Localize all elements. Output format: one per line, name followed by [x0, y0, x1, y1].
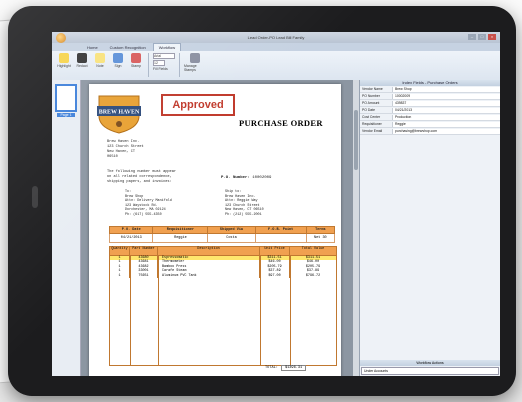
total-label: TOTAL:	[265, 366, 278, 370]
table-row[interactable]: 1 75651 Aluminum PVC Tank $97.00 $796.72	[110, 273, 336, 278]
font-group: Arial 12 Fill Fields	[153, 53, 175, 71]
stamp-icon	[131, 53, 141, 63]
field-po-date: PO Date 04/21/2013	[360, 107, 500, 114]
pen-icon	[113, 53, 123, 63]
note-icon	[95, 53, 105, 63]
column-divider	[290, 255, 291, 365]
brew-haven-logo: BREW HAVEN	[97, 95, 141, 134]
total-value: $1396.31	[280, 365, 307, 371]
maximize-icon[interactable]: □	[478, 34, 486, 40]
thumbnail-label: Page 1	[57, 113, 75, 117]
field-cost-center: Cost Center Production	[360, 114, 500, 121]
table-header: Terms	[305, 226, 336, 234]
po-amount-input[interactable]: 439837	[392, 100, 500, 106]
ribbon-separator	[148, 53, 149, 77]
highlighter-icon	[59, 53, 69, 63]
workspace: Page 1 BREW HAVEN Approved PURCHASE ORDE…	[52, 80, 500, 376]
table-header: Part Number	[130, 247, 158, 255]
font-select[interactable]: Arial	[153, 53, 175, 59]
vendor-email-input[interactable]: purchasing@brewshop.com	[392, 128, 500, 134]
items-body: 1 43680 Espressomatic $311.51 $311.51 1 43681…	[110, 256, 336, 278]
workflow-actions: Workflow Actions Under Accounts	[360, 360, 500, 376]
column-divider	[260, 255, 261, 365]
po-date-input[interactable]: 04/21/2013	[392, 107, 500, 113]
po-number-input[interactable]: 10002009	[392, 93, 500, 99]
table-cell	[254, 233, 307, 243]
line-items-table: Quantity Part Number Description Unit Pr…	[109, 246, 337, 366]
table-header: Requisitioner	[152, 226, 209, 234]
table-cell: Reggie	[152, 233, 209, 243]
vendor-name-input[interactable]: Brew Shop	[392, 86, 500, 92]
window-title: Lead Order-PO Lead Bill Family	[247, 35, 305, 40]
title-bar: Lead Order-PO Lead Bill Family – □ ×	[52, 32, 500, 43]
column-divider	[130, 255, 131, 365]
po-notice: The following number must appear on all …	[107, 170, 177, 184]
items-header-row: Quantity Part Number Description Unit Pr…	[110, 247, 336, 256]
tablet-screen: Lead Order-PO Lead Bill Family – □ × Hom…	[52, 32, 500, 376]
note-button[interactable]: Note	[92, 53, 108, 68]
shipping-table: P.O. Date Requisitioner Shipped Via F.O.…	[108, 226, 336, 243]
tab-home[interactable]: Home	[82, 44, 103, 51]
table-header: F.O.B. Point	[254, 226, 307, 234]
tab-custom-recognition[interactable]: Custom Recognition	[105, 44, 151, 51]
highlight-button[interactable]: Highlight	[56, 53, 72, 68]
table-header: Unit Price	[260, 247, 290, 255]
document-page: BREW HAVEN Approved PURCHASE ORDER Brew …	[89, 84, 341, 376]
field-po-amount: PO Amount 439837	[360, 100, 500, 107]
minimize-icon[interactable]: –	[468, 34, 476, 40]
cost-center-select[interactable]: Production	[392, 114, 500, 120]
field-requisitioner: Requisitioner Reggie	[360, 121, 500, 128]
table-header: Total Value	[301, 247, 325, 251]
close-icon[interactable]: ×	[488, 34, 496, 40]
index-fields-panel: Index Fields - Purchase Orders Vendor Na…	[359, 80, 500, 376]
table-header: Description	[158, 247, 260, 255]
ribbon-separator	[179, 53, 180, 77]
field-vendor-name: Vendor Name Brew Shop	[360, 86, 500, 93]
field-po-number: PO Number 10002009	[360, 93, 500, 100]
sign-button[interactable]: Sign	[110, 53, 126, 68]
document-canvas[interactable]: BREW HAVEN Approved PURCHASE ORDER Brew …	[81, 80, 359, 376]
table-cell: Net 30	[305, 233, 336, 243]
vendor-address: To: Brew Shop Attn: Delivery Manifold 12…	[125, 190, 172, 217]
column-divider	[158, 255, 159, 365]
thumbnail-panel: Page 1	[52, 80, 81, 376]
stamp-button[interactable]: Stamp	[128, 53, 144, 68]
requisitioner-input[interactable]: Reggie	[392, 121, 500, 127]
po-number: P.O. Number: 10002009	[221, 176, 272, 180]
workflow-action-select[interactable]: Under Accounts	[361, 367, 499, 375]
approved-stamp: Approved	[161, 94, 235, 116]
font-size-select[interactable]: 12	[153, 60, 165, 66]
table-header: P.O. Date	[108, 226, 154, 234]
table-header: Quantity	[110, 247, 130, 255]
table-cell: Costa	[207, 233, 256, 243]
total-row: TOTAL: $1396.31	[265, 365, 307, 371]
window-controls: – □ ×	[468, 34, 496, 40]
field-vendor-email: Vendor Email purchasing@brewshop.com	[360, 128, 500, 135]
table-header: Shipped Via	[207, 226, 256, 234]
page-thumbnail[interactable]: Page 1	[55, 84, 77, 117]
fill-fields-toggle[interactable]: Fill Fields	[153, 67, 168, 71]
table-cell: 04/21/2013	[108, 233, 154, 243]
tablet-device: Lead Order-PO Lead Bill Family – □ × Hom…	[8, 6, 516, 396]
svg-text:BREW HAVEN: BREW HAVEN	[99, 110, 140, 116]
manage-stamps-icon	[190, 53, 200, 63]
scrollbar-thumb[interactable]	[354, 110, 358, 170]
scene: Lead Order-PO Lead Bill Family – □ × Hom…	[0, 0, 522, 402]
home-button[interactable]	[32, 186, 38, 208]
manage-stamps-button[interactable]: Manage Stamps	[184, 53, 206, 72]
ribbon-tabs: Home Custom Recognition Workflow	[52, 43, 500, 51]
redact-icon	[77, 53, 87, 63]
purchase-order-heading: PURCHASE ORDER	[239, 118, 323, 128]
ship-to-address: Ship to: Brew Haven Inc. Attn: Reggie Wa…	[225, 190, 264, 217]
tab-workflow[interactable]: Workflow	[152, 43, 182, 51]
redact-button[interactable]: Redact	[74, 53, 90, 68]
workflow-actions-title: Workflow Actions	[360, 360, 500, 366]
company-address: Brew Haven Inc. 123 Church Street New Ha…	[107, 140, 144, 159]
